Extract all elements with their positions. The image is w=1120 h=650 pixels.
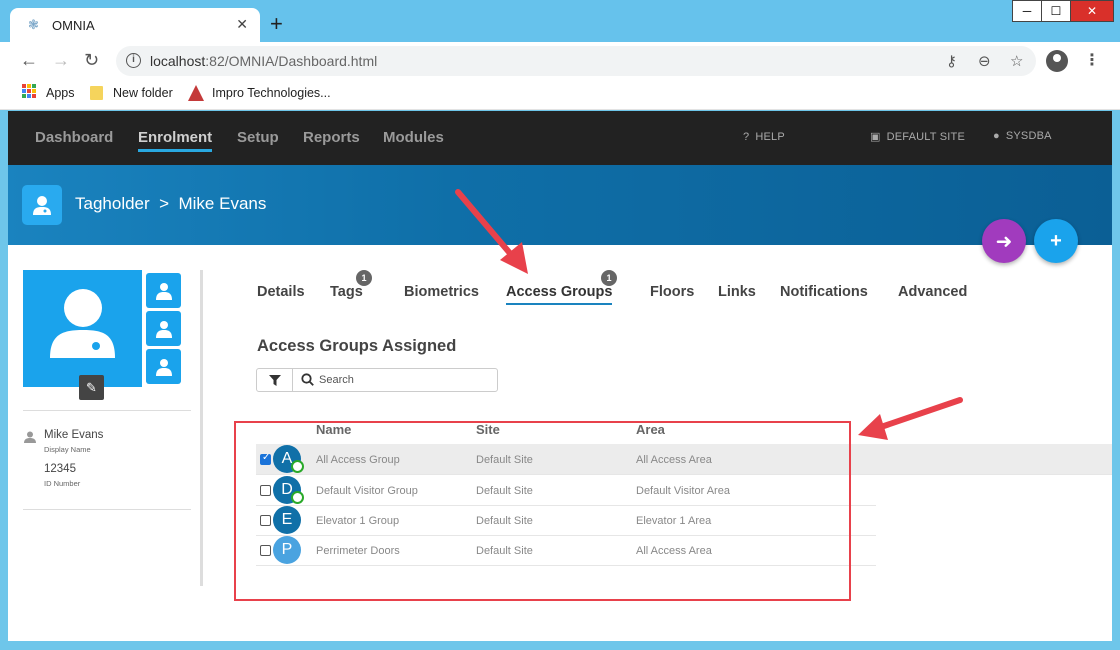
window-close-icon[interactable]: ✕ xyxy=(1070,0,1114,22)
tags-count-badge: 1 xyxy=(356,270,372,286)
url-path: :82/OMNIA/Dashboard.html xyxy=(205,53,378,69)
nav-setup[interactable]: Setup xyxy=(237,129,279,146)
user-icon: ● xyxy=(993,130,1000,142)
id-number-caption: ID Number xyxy=(44,479,81,488)
back-button[interactable]: ➜ xyxy=(982,219,1026,263)
back-arrow-fab-icon: ➜ xyxy=(995,230,1013,253)
access-groups-count-badge: 1 xyxy=(601,270,617,286)
tab-links[interactable]: Links xyxy=(718,284,756,300)
tab-notifications[interactable]: Notifications xyxy=(780,284,868,300)
key-icon[interactable]: ⚷ xyxy=(946,52,957,70)
add-button[interactable]: + xyxy=(1034,219,1078,263)
browser-tab-bar: ❃ OMNIA ✕ + ─ ☐ ✕ xyxy=(0,0,1120,42)
tab-tags[interactable]: Tags xyxy=(330,284,363,300)
site-label: DEFAULT SITE xyxy=(886,131,965,143)
help-label: HELP xyxy=(755,131,785,143)
site-selector[interactable]: ▣ DEFAULT SITE xyxy=(870,130,965,143)
site-info-icon[interactable]: i xyxy=(126,53,141,68)
address-url: localhost:82/OMNIA/Dashboard.html xyxy=(150,53,377,69)
breadcrumb: Tagholder > Mike Evans xyxy=(75,194,267,213)
person-icon xyxy=(24,431,36,443)
biometric-photo-1[interactable] xyxy=(146,273,181,308)
bookmarks-bar: Apps New folder Impro Technologies... xyxy=(0,80,1120,110)
plus-icon: + xyxy=(1050,229,1062,252)
tab-advanced[interactable]: Advanced xyxy=(898,284,967,300)
profile-photo[interactable] xyxy=(23,270,142,387)
reload-icon[interactable]: ↻ xyxy=(84,50,99,71)
zoom-icon[interactable]: ⊖ xyxy=(978,52,991,70)
highlight-box xyxy=(234,421,851,601)
biometric-photo-2[interactable] xyxy=(146,311,181,346)
search-bar xyxy=(256,368,498,392)
user-menu[interactable]: ● SYSDBA xyxy=(993,130,1052,142)
minimize-icon[interactable]: ─ xyxy=(1012,0,1042,22)
tab-access-groups[interactable]: Access Groups xyxy=(506,284,613,305)
tab-details[interactable]: Details xyxy=(257,284,305,300)
window-controls: ─ ☐ ✕ xyxy=(1012,0,1114,22)
browser-tab[interactable]: ❃ OMNIA ✕ xyxy=(10,8,260,42)
address-bar[interactable]: i localhost:82/OMNIA/Dashboard.html ⚷ ⊖ … xyxy=(116,46,1036,76)
maximize-icon[interactable]: ☐ xyxy=(1041,0,1071,22)
browser-menu-icon[interactable]: ⋮ xyxy=(1084,50,1100,70)
vertical-divider xyxy=(200,270,203,586)
display-name-value: Mike Evans xyxy=(44,429,104,441)
forward-arrow-icon[interactable]: → xyxy=(52,50,70,71)
nav-enrolment[interactable]: Enrolment xyxy=(138,129,213,152)
pencil-icon: ✎ xyxy=(86,379,97,395)
nav-reports[interactable]: Reports xyxy=(303,129,360,146)
edit-photo-button[interactable]: ✎ xyxy=(79,375,104,400)
save-disk-icon: ▣ xyxy=(870,131,881,143)
top-navigation: Dashboard Enrolment Setup Reports Module… xyxy=(8,111,1112,165)
url-host: localhost xyxy=(150,53,206,69)
section-title: Access Groups Assigned xyxy=(257,337,457,355)
divider xyxy=(23,509,191,510)
nav-dashboard[interactable]: Dashboard xyxy=(35,129,113,146)
id-number-value: 12345 xyxy=(44,463,76,475)
filter-button[interactable] xyxy=(257,369,293,391)
bookmark-star-icon[interactable]: ☆ xyxy=(1010,52,1023,70)
folder-icon xyxy=(90,86,103,100)
omnia-favicon-icon: ❃ xyxy=(28,17,39,32)
tab-title: OMNIA xyxy=(52,18,95,33)
help-link[interactable]: ? HELP xyxy=(743,131,785,143)
bookmark-new-folder[interactable]: New folder xyxy=(113,86,173,100)
help-icon: ? xyxy=(743,131,750,143)
tagholder-icon xyxy=(22,185,62,225)
back-arrow-icon[interactable]: ← xyxy=(20,50,38,71)
bookmark-apps[interactable]: Apps xyxy=(46,86,75,100)
browser-toolbar: ← → ↻ i localhost:82/OMNIA/Dashboard.htm… xyxy=(0,42,1120,80)
apps-grid-icon[interactable] xyxy=(22,84,36,98)
divider xyxy=(23,410,191,411)
tab-floors[interactable]: Floors xyxy=(650,284,694,300)
new-tab-icon[interactable]: + xyxy=(270,13,283,35)
bookmark-impro[interactable]: Impro Technologies... xyxy=(212,86,331,100)
tab-biometrics[interactable]: Biometrics xyxy=(404,284,479,300)
profile-avatar-icon[interactable] xyxy=(1046,50,1068,72)
search-input[interactable] xyxy=(319,371,489,389)
biometric-photo-3[interactable] xyxy=(146,349,181,384)
nav-modules[interactable]: Modules xyxy=(383,129,444,146)
close-tab-icon[interactable]: ✕ xyxy=(236,16,248,33)
user-label: SYSDBA xyxy=(1005,130,1052,142)
search-icon xyxy=(301,373,314,386)
display-name-caption: Display Name xyxy=(44,445,91,454)
page-banner: Tagholder > Mike Evans xyxy=(8,165,1112,245)
filter-icon xyxy=(268,374,281,386)
